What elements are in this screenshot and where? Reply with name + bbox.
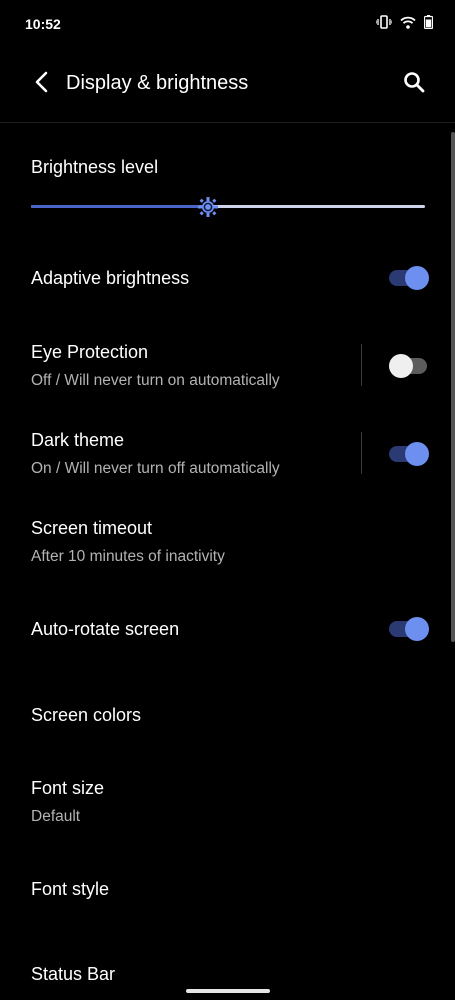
toggle-knob xyxy=(389,354,413,378)
toggle-knob xyxy=(405,266,429,290)
setting-title: Adaptive brightness xyxy=(31,268,190,288)
divider xyxy=(361,344,362,386)
setting-title: Screen colors xyxy=(31,705,142,725)
back-button[interactable] xyxy=(28,70,56,98)
vibrate-icon xyxy=(375,15,393,34)
brightness-sun-icon xyxy=(198,197,218,221)
battery-icon xyxy=(423,15,434,34)
toggle-knob xyxy=(405,442,429,466)
setting-eye-protection[interactable]: Eye Protection Off / Will never turn on … xyxy=(0,330,455,400)
app-bar: Display & brightness xyxy=(0,50,455,123)
setting-title: Screen timeout xyxy=(31,518,153,538)
setting-adaptive-brightness[interactable]: Adaptive brightness xyxy=(0,250,455,306)
dark-theme-toggle[interactable] xyxy=(389,442,429,466)
setting-font-style[interactable]: Font style xyxy=(0,862,455,918)
setting-screen-colors[interactable]: Screen colors xyxy=(0,688,455,744)
status-bar: 10:52 xyxy=(0,0,455,50)
search-icon xyxy=(403,71,425,98)
setting-status-bar[interactable]: Status Bar xyxy=(0,948,455,988)
divider xyxy=(361,432,362,474)
adaptive-brightness-toggle[interactable] xyxy=(389,266,429,290)
brightness-title: Brightness level xyxy=(31,157,159,177)
setting-subtitle: After 10 minutes of inactivity xyxy=(31,548,225,565)
setting-font-size[interactable]: Font size Default xyxy=(0,766,455,836)
setting-subtitle: Off / Will never turn on automatically xyxy=(31,372,280,389)
setting-subtitle: On / Will never turn off automatically xyxy=(31,460,280,477)
setting-title: Auto-rotate screen xyxy=(31,619,180,639)
search-button[interactable] xyxy=(399,69,429,99)
slider-fill xyxy=(31,205,208,208)
setting-subtitle: Default xyxy=(31,808,81,825)
setting-auto-rotate[interactable]: Auto-rotate screen xyxy=(0,600,455,656)
eye-protection-toggle[interactable] xyxy=(389,354,429,378)
setting-title: Font style xyxy=(31,879,110,899)
status-time: 10:52 xyxy=(25,16,61,32)
slider-track[interactable] xyxy=(31,205,425,208)
toggle-knob xyxy=(405,617,429,641)
wifi-icon xyxy=(400,16,416,34)
setting-dark-theme[interactable]: Dark theme On / Will never turn off auto… xyxy=(0,418,455,488)
setting-screen-timeout[interactable]: Screen timeout After 10 minutes of inact… xyxy=(0,506,455,576)
status-icons xyxy=(375,15,434,34)
setting-title: Dark theme xyxy=(31,430,125,450)
home-indicator[interactable] xyxy=(186,989,270,993)
auto-rotate-toggle[interactable] xyxy=(389,617,429,641)
setting-title: Eye Protection xyxy=(31,342,149,362)
page-title: Display & brightness xyxy=(66,72,249,94)
setting-title: Font size xyxy=(31,778,105,798)
back-arrow-icon xyxy=(34,71,50,98)
setting-title: Status Bar xyxy=(31,964,116,984)
slider-thumb[interactable] xyxy=(198,197,218,217)
